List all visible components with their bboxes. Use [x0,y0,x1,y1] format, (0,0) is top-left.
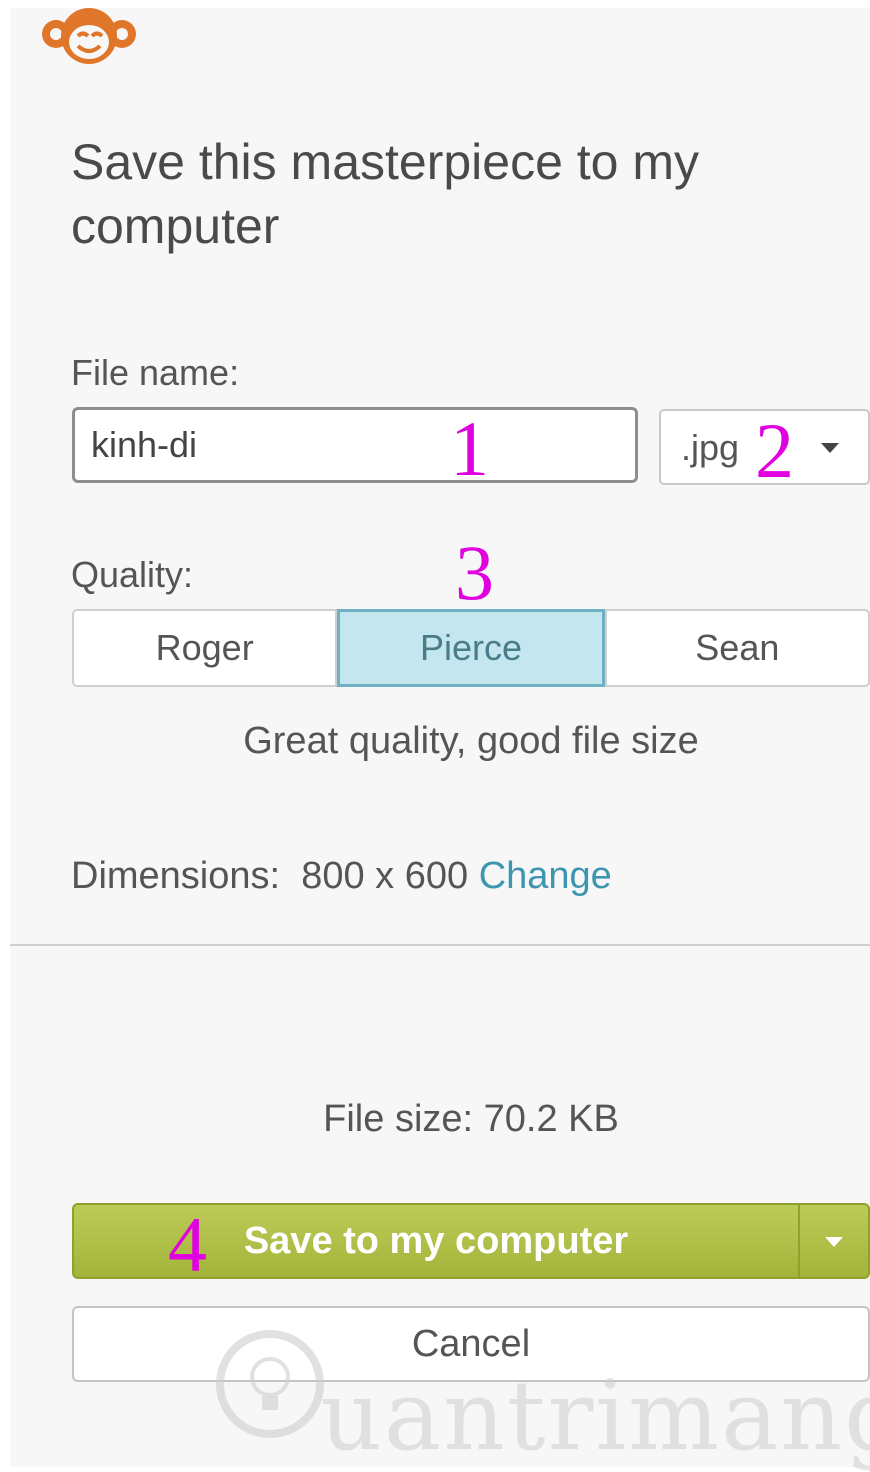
annotation-marker-2: 2 [755,407,794,494]
dimensions-value: 800 x 600 [301,855,469,897]
quality-description: Great quality, good file size [243,720,699,762]
divider [10,944,870,946]
change-dimensions-link[interactable]: Change [479,855,612,897]
file-name-input[interactable]: kinh-di [72,407,638,483]
dialog-title: Save this masterpiece to my computer [71,134,700,254]
quality-option-pierce[interactable]: Pierce [337,609,605,687]
annotation-marker-4: 4 [168,1201,207,1288]
dimensions-row: Dimensions: 800 x 600 Change [71,855,612,898]
file-name-label: File name: [71,352,240,393]
quality-option-sean[interactable]: Sean [604,609,870,687]
format-value: .jpg [681,427,740,468]
annotation-marker-1: 1 [450,405,489,492]
quality-label: Quality: [71,554,194,595]
save-options-dropdown-button[interactable] [800,1205,868,1277]
cancel-button[interactable]: Cancel [72,1306,870,1382]
file-size-text: File size: 70.2 KB [323,1098,619,1140]
monkey-logo-icon [42,8,136,64]
dimensions-label: Dimensions: [71,855,281,897]
chevron-down-icon [821,443,839,453]
quality-segmented-control: Roger Pierce Sean [72,609,870,687]
quality-option-roger[interactable]: Roger [72,609,338,687]
annotation-marker-3: 3 [455,529,494,616]
chevron-down-icon [825,1237,843,1247]
